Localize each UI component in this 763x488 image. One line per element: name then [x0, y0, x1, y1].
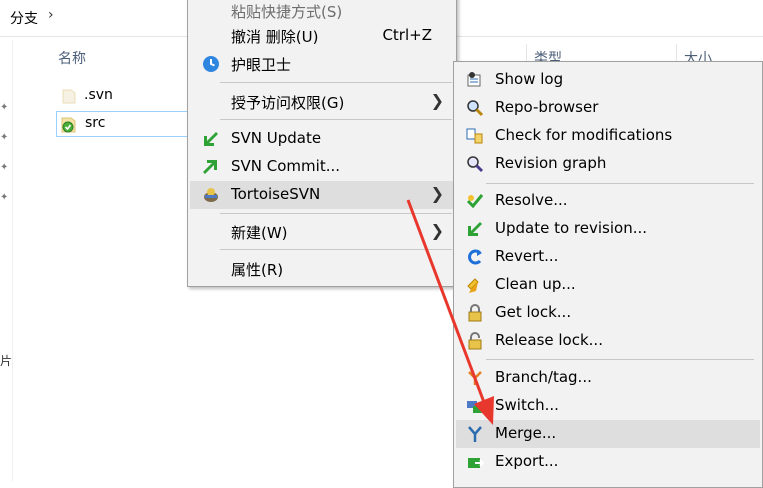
annotation-arrow	[406, 199, 494, 425]
